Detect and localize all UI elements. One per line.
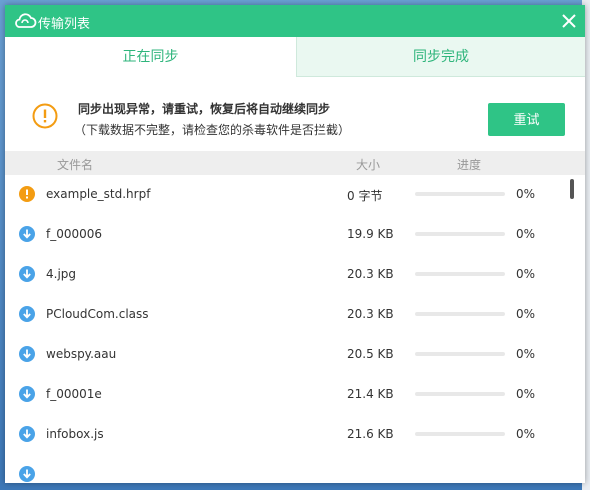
close-icon[interactable] bbox=[557, 9, 581, 33]
progress-bar bbox=[415, 432, 505, 436]
alert-detail: （下载数据不完整，请检查您的杀毒软件是否拦截） bbox=[74, 123, 351, 137]
sync-error-alert: 同步出现异常，请重试，恢复后将自动继续同步 （下载数据不完整，请检查您的杀毒软件… bbox=[5, 77, 585, 153]
scrollbar[interactable] bbox=[568, 175, 576, 483]
progress-percent: 0% bbox=[516, 307, 536, 321]
progress-percent: 0% bbox=[516, 267, 536, 281]
list-item[interactable]: 4.jpg 20.3 KB 0% bbox=[5, 255, 570, 295]
title-bar[interactable]: 传输列表 bbox=[5, 5, 585, 37]
tab-syncing[interactable]: 正在同步 bbox=[5, 37, 296, 77]
progress-percent: 0% bbox=[516, 227, 536, 241]
column-name[interactable]: 文件名 bbox=[57, 156, 93, 173]
alert-message: 同步出现异常，请重试，恢复后将自动继续同步 bbox=[78, 102, 331, 116]
cloud-sync-icon bbox=[15, 13, 37, 28]
file-name: 4.jpg bbox=[46, 267, 77, 281]
file-name: infobox.js bbox=[46, 427, 104, 441]
file-name: f_000006 bbox=[46, 227, 103, 241]
file-list: example_std.hrpf 0 字节 0% f_000006 19.9 K… bbox=[5, 175, 585, 483]
retry-button[interactable]: 重试 bbox=[488, 103, 565, 136]
list-item[interactable]: PCloudCom.class 20.3 KB 0% bbox=[5, 295, 570, 335]
file-size: 0 字节 bbox=[347, 189, 383, 203]
window-title: 传输列表 bbox=[38, 17, 91, 32]
download-icon bbox=[19, 426, 35, 442]
progress-percent: 0% bbox=[516, 427, 536, 441]
file-size: 20.3 KB bbox=[347, 267, 394, 281]
progress-bar bbox=[415, 192, 505, 196]
file-list-header: 文件名 大小 进度 bbox=[5, 151, 585, 175]
tab-sync-complete[interactable]: 同步完成 bbox=[296, 37, 585, 77]
progress-bar bbox=[415, 232, 505, 236]
scroll-thumb[interactable] bbox=[570, 179, 574, 199]
progress-percent: 0% bbox=[516, 347, 536, 361]
warning-icon bbox=[19, 186, 35, 202]
progress-percent: 0% bbox=[516, 187, 536, 201]
download-icon bbox=[19, 306, 35, 322]
progress-percent: 0% bbox=[516, 387, 536, 401]
progress-bar bbox=[415, 392, 505, 396]
file-name: f_00001e bbox=[46, 387, 102, 401]
list-item[interactable]: f_00001e 21.4 KB 0% bbox=[5, 375, 570, 415]
list-item[interactable] bbox=[5, 455, 570, 483]
list-item[interactable]: webspy.aau 20.5 KB 0% bbox=[5, 335, 570, 375]
progress-bar bbox=[415, 272, 505, 276]
file-name: PCloudCom.class bbox=[46, 307, 149, 321]
list-item[interactable]: f_000006 19.9 KB 0% bbox=[5, 215, 570, 255]
download-icon bbox=[19, 386, 35, 402]
list-item[interactable]: example_std.hrpf 0 字节 0% bbox=[5, 175, 570, 215]
column-progress[interactable]: 进度 bbox=[457, 156, 481, 173]
download-icon bbox=[19, 346, 35, 362]
file-size: 21.6 KB bbox=[347, 427, 394, 441]
file-size: 19.9 KB bbox=[347, 227, 394, 241]
download-icon bbox=[19, 226, 35, 242]
transfer-list-window: 传输列表 正在同步 同步完成 同步出现异常，请重试，恢复后将自动继续同步 （下载… bbox=[5, 5, 585, 483]
warning-icon bbox=[32, 103, 58, 129]
file-name: webspy.aau bbox=[46, 347, 117, 361]
download-icon bbox=[19, 466, 35, 482]
tab-bar: 正在同步 同步完成 bbox=[5, 37, 585, 77]
file-name: example_std.hrpf bbox=[46, 187, 151, 201]
download-icon bbox=[19, 266, 35, 282]
progress-bar bbox=[415, 312, 505, 316]
progress-bar bbox=[415, 352, 505, 356]
file-size: 20.5 KB bbox=[347, 347, 394, 361]
list-item[interactable]: infobox.js 21.6 KB 0% bbox=[5, 415, 570, 455]
file-size: 20.3 KB bbox=[347, 307, 394, 321]
file-size: 21.4 KB bbox=[347, 387, 394, 401]
column-size[interactable]: 大小 bbox=[356, 156, 380, 173]
